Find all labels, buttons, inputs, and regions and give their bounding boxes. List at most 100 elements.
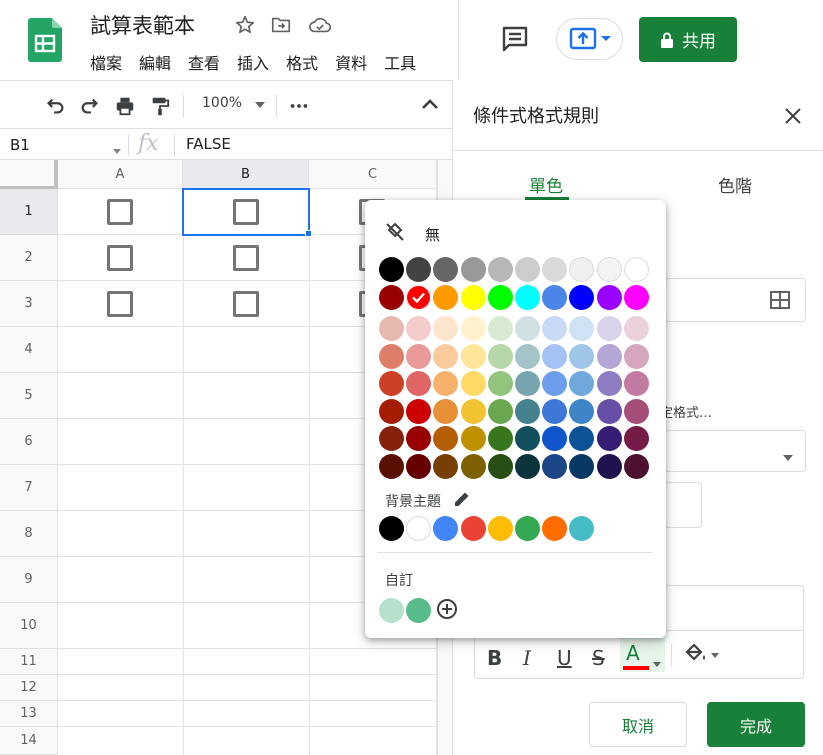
color-swatch[interactable] (433, 284, 459, 310)
color-swatch[interactable] (406, 598, 432, 623)
formula-input[interactable]: FALSE (186, 135, 231, 153)
chevron-down-icon[interactable] (253, 97, 275, 119)
document-title[interactable]: 試算表範本 (90, 10, 195, 40)
checkbox-b2[interactable] (233, 245, 259, 271)
color-swatch[interactable] (406, 371, 432, 396)
color-swatch[interactable] (569, 426, 595, 451)
bold-button[interactable]: B (487, 646, 502, 670)
row-header[interactable]: 11 (0, 649, 58, 675)
color-swatch[interactable] (623, 257, 649, 282)
column-header-a[interactable]: A (58, 160, 183, 189)
fill-handle[interactable] (305, 230, 312, 237)
checkbox-b3[interactable] (233, 291, 259, 317)
underline-button[interactable]: U (557, 646, 572, 670)
menu-view[interactable]: 查看 (188, 50, 220, 73)
text-color-button[interactable]: A (620, 638, 665, 672)
italic-button[interactable]: I (523, 646, 531, 670)
color-swatch[interactable] (487, 453, 513, 479)
color-swatch[interactable] (623, 343, 649, 369)
color-swatch[interactable] (460, 284, 486, 310)
color-swatch[interactable] (623, 398, 649, 424)
color-swatch[interactable] (460, 516, 486, 541)
no-color-option[interactable]: 無 (385, 222, 440, 246)
zoom-select[interactable]: 100% (202, 95, 242, 111)
color-swatch[interactable] (569, 284, 595, 310)
color-swatch[interactable] (542, 426, 568, 451)
color-swatch[interactable] (487, 516, 513, 541)
color-swatch[interactable] (406, 257, 432, 282)
color-swatch[interactable] (379, 284, 404, 310)
color-swatch[interactable] (433, 343, 459, 369)
color-swatch[interactable] (460, 398, 486, 424)
column-header-c[interactable]: C (309, 160, 437, 189)
menu-tools[interactable]: 工具 (384, 50, 416, 73)
color-swatch[interactable] (487, 426, 513, 451)
name-box[interactable]: B1 (10, 136, 30, 154)
color-swatch[interactable] (379, 398, 404, 424)
color-swatch[interactable] (487, 398, 513, 424)
color-swatch[interactable] (406, 343, 432, 369)
color-swatch[interactable] (406, 516, 432, 541)
color-swatch[interactable] (542, 516, 568, 541)
row-header[interactable]: 13 (0, 701, 58, 727)
share-button[interactable]: 共用 (639, 17, 737, 62)
color-swatch[interactable] (460, 371, 486, 396)
fill-color-icon[interactable] (683, 642, 723, 670)
checkbox-a2[interactable] (107, 245, 133, 271)
row-header[interactable]: 6 (0, 419, 58, 465)
color-swatch[interactable] (487, 343, 513, 369)
color-swatch[interactable] (406, 398, 432, 424)
color-swatch[interactable] (596, 426, 622, 451)
color-swatch[interactable] (460, 343, 486, 369)
color-swatch[interactable] (406, 426, 432, 451)
color-swatch[interactable] (433, 453, 459, 479)
cloud-saved-icon[interactable] (308, 14, 332, 38)
color-swatch[interactable] (515, 343, 540, 369)
checkbox-a3[interactable] (107, 291, 133, 317)
color-swatch[interactable] (569, 516, 595, 541)
done-button[interactable]: 完成 (707, 702, 805, 747)
select-range-icon[interactable] (770, 291, 790, 313)
color-swatch[interactable] (542, 453, 568, 479)
row-header[interactable]: 4 (0, 327, 58, 373)
color-swatch[interactable] (487, 257, 513, 282)
sheets-logo-icon[interactable] (28, 18, 62, 62)
row-header[interactable]: 8 (0, 511, 58, 557)
color-swatch[interactable] (460, 257, 486, 282)
color-swatch[interactable] (542, 371, 568, 396)
checkbox-a1[interactable] (107, 199, 133, 225)
more-options-icon[interactable] (288, 95, 310, 117)
color-swatch[interactable] (379, 343, 404, 369)
color-swatch[interactable] (379, 257, 404, 282)
color-swatch[interactable] (433, 316, 459, 341)
color-swatch[interactable] (596, 343, 622, 369)
color-swatch[interactable] (542, 343, 568, 369)
row-header[interactable]: 9 (0, 557, 58, 603)
tab-single-color[interactable]: 單色 (529, 172, 563, 197)
color-swatch[interactable] (433, 426, 459, 451)
range-input[interactable] (665, 278, 806, 322)
color-swatch[interactable] (487, 284, 513, 310)
row-header[interactable]: 14 (0, 727, 58, 755)
color-swatch[interactable] (623, 284, 649, 310)
strikethrough-button[interactable]: S (592, 646, 605, 670)
color-swatch[interactable] (596, 316, 622, 341)
color-swatch[interactable] (542, 284, 568, 310)
color-swatch[interactable] (569, 343, 595, 369)
color-swatch[interactable] (623, 371, 649, 396)
menu-insert[interactable]: 插入 (237, 50, 269, 73)
value-input[interactable] (665, 482, 702, 528)
menu-data[interactable]: 資料 (335, 50, 367, 73)
name-box-dropdown-icon[interactable] (112, 141, 122, 160)
paint-format-icon[interactable] (149, 95, 171, 117)
collapse-menus-icon[interactable] (420, 95, 442, 117)
condition-dropdown[interactable] (663, 430, 806, 472)
present-button[interactable] (556, 18, 623, 60)
color-swatch[interactable] (515, 516, 540, 541)
color-swatch[interactable] (623, 453, 649, 479)
color-swatch[interactable] (406, 453, 432, 479)
color-swatch[interactable] (515, 284, 540, 310)
color-swatch[interactable] (433, 371, 459, 396)
color-swatch[interactable] (569, 398, 595, 424)
color-swatch[interactable] (569, 371, 595, 396)
